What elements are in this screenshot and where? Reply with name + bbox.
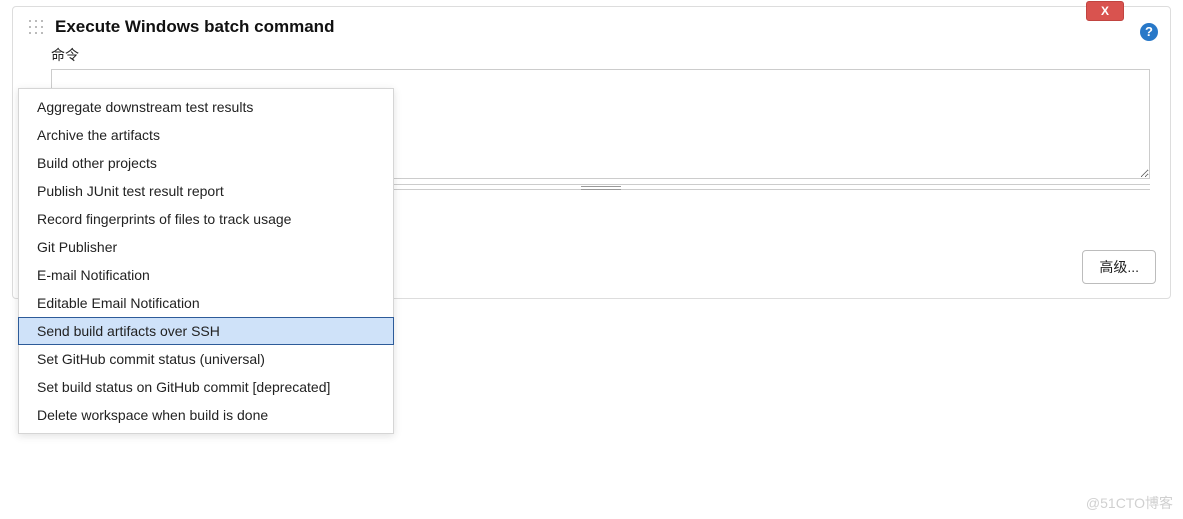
close-button[interactable]: X bbox=[1086, 1, 1124, 21]
dropdown-item[interactable]: Editable Email Notification bbox=[19, 289, 393, 317]
dropdown-item[interactable]: Archive the artifacts bbox=[19, 121, 393, 149]
dropdown-item[interactable]: Set GitHub commit status (universal) bbox=[19, 345, 393, 373]
help-icon[interactable]: ? bbox=[1140, 23, 1158, 41]
card-header: Execute Windows batch command bbox=[27, 17, 1156, 37]
dropdown-item[interactable]: Delete workspace when build is done bbox=[19, 401, 393, 429]
dropdown-item[interactable]: E-mail Notification bbox=[19, 261, 393, 289]
command-field-label: 命令 bbox=[51, 45, 1156, 65]
watermark: @51CTO博客 bbox=[1086, 493, 1173, 513]
post-build-actions-dropdown[interactable]: Aggregate downstream test resultsArchive… bbox=[18, 88, 394, 434]
drag-handle-icon[interactable] bbox=[27, 18, 45, 36]
dropdown-item[interactable]: Publish JUnit test result report bbox=[19, 177, 393, 205]
dropdown-item[interactable]: Send build artifacts over SSH bbox=[18, 317, 394, 345]
dropdown-item[interactable]: Build other projects bbox=[19, 149, 393, 177]
dropdown-item[interactable]: Record fingerprints of files to track us… bbox=[19, 205, 393, 233]
dropdown-item[interactable]: Git Publisher bbox=[19, 233, 393, 261]
card-title: Execute Windows batch command bbox=[55, 17, 334, 37]
dropdown-item[interactable]: Aggregate downstream test results bbox=[19, 93, 393, 121]
dropdown-item[interactable]: Set build status on GitHub commit [depre… bbox=[19, 373, 393, 401]
advanced-button[interactable]: 高级... bbox=[1082, 250, 1156, 284]
